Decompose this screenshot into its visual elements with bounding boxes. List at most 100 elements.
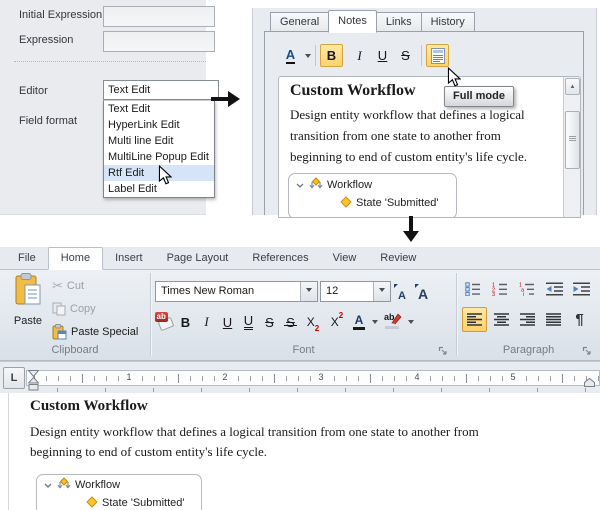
document-area[interactable]: Custom Workflow Design entity workflow t… [0,393,600,510]
subscript-button[interactable]: X2 [301,311,325,333]
workflow-tree: Workflow State 'Submitted' [36,474,202,510]
tree-expander-icon[interactable] [296,183,304,188]
first-line-indent-marker[interactable] [28,370,39,377]
chevron-down-icon[interactable] [305,54,311,61]
font-name-combobox[interactable]: Times New Roman [155,281,318,302]
clear-formatting-button[interactable]: ab [154,311,175,333]
font-dialog-launcher-icon[interactable] [438,346,448,356]
combo-dropdown-button[interactable] [300,282,317,301]
ribbon-body: Paste ✂ Cut Copy [0,270,600,361]
ribbon-tab-page-layout[interactable]: Page Layout [155,248,241,269]
scrollbar-thumb[interactable] [565,111,580,169]
tree-node-label[interactable]: State 'Submitted' [356,197,438,209]
tree-node-label[interactable]: State 'Submitted' [102,497,184,509]
tree-node-label[interactable]: Workflow [327,179,372,191]
multilevel-list-button[interactable]: 1 a i [516,279,538,299]
notes-memo-editor[interactable]: Custom Workflow Design entity workflow t… [278,76,581,218]
copy-button[interactable]: Copy [52,300,96,318]
show-paragraph-marks-button[interactable]: ¶ [568,308,591,331]
expression-field[interactable] [103,31,215,52]
editor-combobox[interactable]: Text Edit [103,80,219,100]
italic-button[interactable]: I [196,311,217,333]
align-right-button[interactable] [516,308,539,331]
tab-notes[interactable]: Notes [328,10,377,33]
clipboard-group-label: Clipboard [0,344,150,356]
dropdown-item[interactable]: Text Edit [104,101,214,117]
full-mode-icon [431,48,445,64]
workflow-icon [56,477,72,493]
ribbon: File Home Insert Page Layout References … [0,247,600,361]
numbering-button[interactable]: 1 2 3 [489,279,511,299]
cut-label: Cut [67,280,84,292]
cut-button[interactable]: ✂ Cut [52,277,84,295]
workflow-icon [308,177,324,193]
ribbon-tab-row: File Home Insert Page Layout References … [0,247,600,270]
tree-node-label[interactable]: Workflow [75,479,120,491]
italic-button[interactable]: I [348,44,371,67]
decrease-indent-button[interactable] [543,279,565,299]
multilevel-list-icon: 1 a i [519,282,535,296]
initial-expression-field[interactable] [103,6,215,27]
font-color-button[interactable]: A [349,311,369,333]
ribbon-tab-file[interactable]: File [6,248,48,269]
tooltip: Full mode [444,86,514,107]
strikethrough-button[interactable]: S [394,44,417,67]
chevron-down-icon[interactable] [372,320,378,327]
ribbon-tab-references[interactable]: References [240,248,320,269]
chevron-down-icon [306,288,312,295]
increase-indent-button[interactable] [570,279,592,299]
shrink-font-button[interactable]: A [392,281,412,302]
document-heading: Custom Workflow [30,398,148,415]
superscript-button[interactable]: X2 [325,311,349,333]
font-group: Times New Roman 12 A A [151,270,456,360]
justify-icon [546,313,561,326]
highlight-color-bar [385,326,399,329]
align-center-icon [494,313,509,326]
align-left-button[interactable] [462,307,487,332]
tab-general[interactable]: General [270,12,329,32]
font-color-button[interactable]: A [279,44,302,67]
dropdown-item[interactable]: HyperLink Edit [104,117,214,133]
double-strikethrough-button[interactable]: S [280,311,301,333]
tab-history[interactable]: History [421,12,475,32]
bullets-button[interactable] [462,279,484,299]
right-indent-marker[interactable] [584,378,595,387]
combo-dropdown-button[interactable] [373,282,390,301]
text-highlight-button[interactable]: ab [381,311,405,333]
ribbon-tab-review[interactable]: Review [368,248,428,269]
underline-button[interactable]: U [371,44,394,67]
editor-label: Editor [19,85,48,97]
align-center-button[interactable] [490,308,513,331]
scroll-up-button[interactable]: ▲ [565,78,580,95]
properties-panel: Initial Expression Expression Editor Tex… [0,0,206,215]
ribbon-tab-view[interactable]: View [321,248,369,269]
screenshot-canvas: Initial Expression Expression Editor Tex… [0,0,600,510]
dropdown-item[interactable]: MultiLine Popup Edit [104,149,214,165]
font-size-combobox[interactable]: 12 [320,281,391,302]
ribbon-tab-insert[interactable]: Insert [103,248,155,269]
bold-button[interactable]: B [320,44,343,67]
paragraph-dialog-launcher-icon[interactable] [582,346,592,356]
grow-font-button[interactable]: A [413,281,433,302]
justify-button[interactable] [542,308,565,331]
tree-expander-icon[interactable] [44,483,52,488]
dropdown-item[interactable]: Multi line Edit [104,133,214,149]
paste-button[interactable]: Paste [8,273,48,343]
underline-button[interactable]: U [217,311,238,333]
tab-links[interactable]: Links [376,12,422,32]
ruler-number: 3 [315,372,327,383]
full-mode-button[interactable] [426,44,449,67]
bold-button[interactable]: B [175,311,196,333]
flow-arrow-down-icon [402,216,420,243]
chevron-down-icon[interactable] [408,320,414,327]
ruler-number: 1 [123,372,135,383]
ribbon-tab-home[interactable]: Home [48,247,103,270]
strikethrough-button[interactable]: S [259,311,280,333]
tab-stop-selector[interactable]: L [3,367,25,389]
ruler-number: 4 [411,372,423,383]
double-underline-button[interactable]: U [238,311,259,333]
scissors-icon: ✂ [52,278,63,294]
eraser-ab-badge: ab [155,312,168,322]
paste-special-button[interactable]: Paste Special [52,323,138,341]
vertical-scrollbar[interactable]: ▲ [563,77,580,217]
